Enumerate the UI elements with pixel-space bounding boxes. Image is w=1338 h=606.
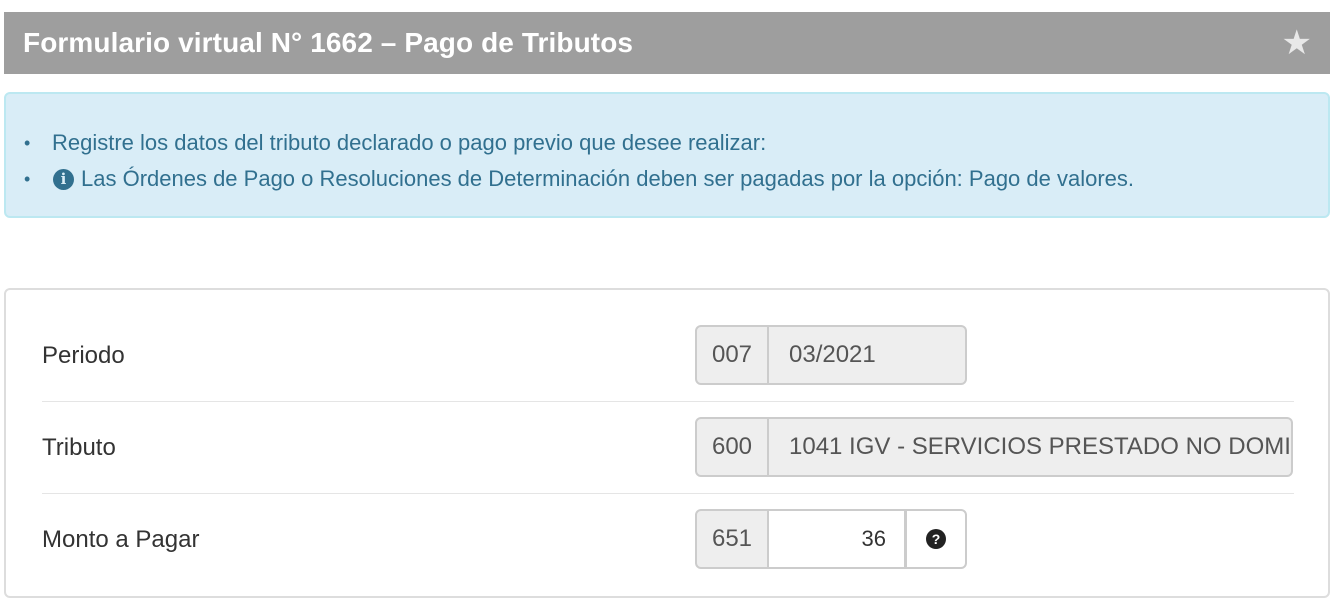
alert-item: • i Las Órdenes de Pago o Resoluciones d…	[24, 161, 1134, 197]
info-circle-icon: i	[53, 168, 74, 190]
tributo-field: 1041 IGV - SERVICIOS PRESTADO NO DOMICIL…	[769, 417, 1293, 477]
monto-code: 651	[695, 509, 769, 569]
form-panel: Periodo 007 03/2021 Tributo 600 1041 IGV…	[4, 288, 1330, 598]
bullet-icon: •	[24, 168, 31, 189]
alert-item: • Registre los datos del tributo declara…	[24, 125, 1134, 161]
info-alert: • Registre los datos del tributo declara…	[4, 92, 1330, 218]
tributo-label: Tributo	[42, 434, 116, 461]
alert-list: • Registre los datos del tributo declara…	[24, 125, 1134, 197]
monto-label: Monto a Pagar	[42, 526, 200, 553]
panel-header: Formulario virtual N° 1662 – Pago de Tri…	[4, 12, 1330, 74]
tributo-code: 600	[695, 417, 769, 477]
monto-input[interactable]: 36	[769, 509, 906, 569]
periodo-code: 007	[695, 325, 769, 385]
periodo-row: Periodo 007 03/2021	[42, 310, 1294, 402]
monto-input-group: 651 36 ?	[695, 509, 967, 569]
tributo-row: Tributo 600 1041 IGV - SERVICIOS PRESTAD…	[42, 402, 1294, 494]
alert-item-text: Registre los datos del tributo declarado…	[52, 130, 767, 155]
monto-row: Monto a Pagar 651 36 ?	[42, 494, 1294, 586]
page-title: Formulario virtual N° 1662 – Pago de Tri…	[23, 27, 634, 58]
tributo-input-group: 600 1041 IGV - SERVICIOS PRESTADO NO DOM…	[695, 417, 1293, 477]
bullet-icon: •	[24, 132, 31, 153]
alert-item-text: Las Órdenes de Pago o Resoluciones de De…	[81, 166, 1135, 191]
periodo-label: Periodo	[42, 342, 125, 369]
question-circle-icon: ?	[926, 529, 946, 549]
periodo-field: 03/2021	[769, 325, 967, 385]
star-icon[interactable]: ★	[1282, 26, 1312, 60]
periodo-input-group: 007 03/2021	[695, 325, 967, 385]
help-button[interactable]: ?	[906, 509, 967, 569]
